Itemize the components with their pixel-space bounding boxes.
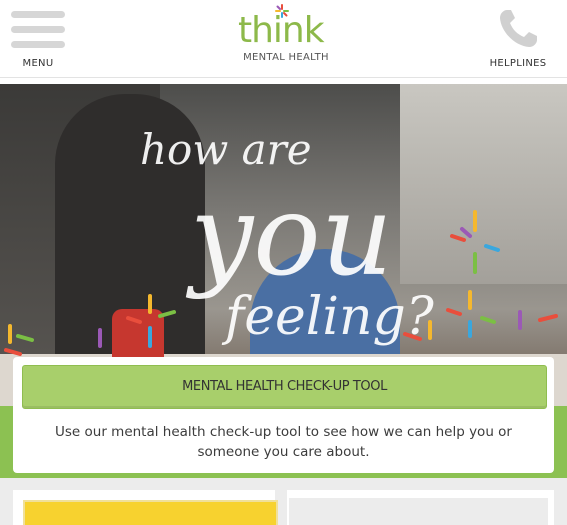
- helplines-label: HELPLINES: [489, 58, 547, 69]
- checkup-tool-button-label: MENTAL HEALTH CHECK-UP TOOL: [182, 379, 387, 394]
- checkup-tool-button[interactable]: MENTAL HEALTH CHECK-UP TOOL: [22, 365, 547, 409]
- hamburger-icon: [11, 11, 65, 48]
- logo-subtitle: MENTAL HEALTH: [243, 52, 329, 63]
- logo-wordmark: think: [238, 10, 325, 51]
- phone-icon: [500, 10, 537, 47]
- promo-tile-right-image: [289, 498, 548, 525]
- site-header: MENU think MENTAL HEALTH HELPLINES: [0, 0, 567, 78]
- hero-script-line-3: feeling?: [221, 287, 435, 347]
- asterisk-decoration-icon: [450, 210, 500, 274]
- hero-script-line-2: you: [185, 171, 393, 301]
- site-logo[interactable]: think MENTAL HEALTH: [232, 4, 340, 66]
- menu-button[interactable]: MENU: [8, 8, 68, 72]
- menu-label: MENU: [22, 58, 54, 69]
- hero-script-line-1: how are: [140, 125, 312, 174]
- promo-tile-right[interactable]: [287, 490, 554, 525]
- promo-tile-left-image: [23, 500, 278, 525]
- checkup-description: Use our mental health check-up tool to s…: [55, 424, 512, 460]
- promo-tile-left[interactable]: [13, 490, 278, 525]
- asterisk-decoration-icon: [4, 294, 176, 356]
- helplines-button[interactable]: HELPLINES: [486, 4, 550, 74]
